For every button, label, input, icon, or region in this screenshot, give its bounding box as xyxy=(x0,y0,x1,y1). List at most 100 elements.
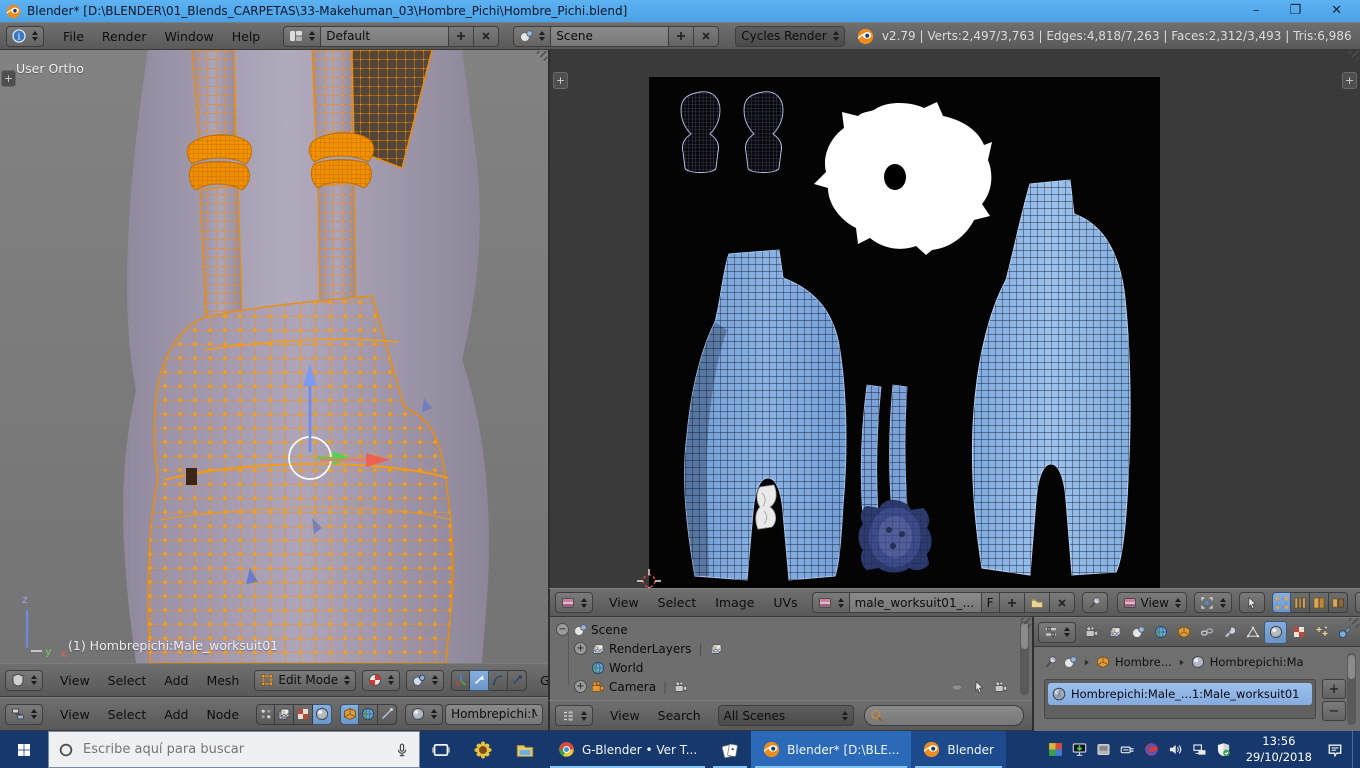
menu-help[interactable]: Help xyxy=(223,29,270,44)
uv-select-vertex-toggle[interactable] xyxy=(1272,592,1291,613)
menu-select[interactable]: Select xyxy=(99,673,156,688)
menu-search[interactable]: Search xyxy=(649,708,710,723)
delete-scene-button[interactable] xyxy=(694,26,719,47)
menu-select[interactable]: Select xyxy=(99,707,156,722)
rotate-manipulator-toggle[interactable] xyxy=(489,670,508,691)
menu-image[interactable]: Image xyxy=(706,595,763,610)
uv-sync-select-toggle[interactable] xyxy=(1239,592,1265,613)
editor-type-button-node[interactable] xyxy=(5,704,43,725)
region-expand-tab[interactable]: + xyxy=(553,72,568,89)
tab-render-layers[interactable] xyxy=(1103,621,1126,644)
expand-icon[interactable]: + xyxy=(574,680,587,693)
show-desktop-button[interactable] xyxy=(1352,731,1356,768)
unlink-image-button[interactable] xyxy=(1050,592,1075,613)
display-channels-selector[interactable]: View xyxy=(1117,592,1187,613)
breadcrumb-material[interactable]: Hombrepichi:Ma xyxy=(1210,655,1304,669)
restrict-render-icon[interactable] xyxy=(994,680,1008,694)
editor-type-button-image[interactable] xyxy=(555,592,593,613)
image-browse-button[interactable] xyxy=(812,592,850,613)
outliner[interactable]: − Scene + RenderLayers | World + Camera … xyxy=(548,617,1032,700)
uv-select-edge-toggle[interactable] xyxy=(1291,592,1310,613)
image-name-field[interactable]: male_worksuit01_... xyxy=(850,592,982,613)
remove-material-slot-button[interactable]: − xyxy=(1322,701,1346,721)
download-monitor-tray-icon[interactable] xyxy=(1072,742,1087,757)
tab-object[interactable] xyxy=(1172,621,1195,644)
tab-object-data[interactable] xyxy=(1241,621,1264,644)
tab-constraints[interactable] xyxy=(1195,621,1218,644)
close-button[interactable]: ✕ xyxy=(1331,0,1342,22)
taskbar-item-chrome[interactable]: G-Blender • Ver T... xyxy=(546,731,709,768)
outliner-row-renderlayers[interactable]: + RenderLayers | xyxy=(550,639,1032,658)
menu-select[interactable]: Select xyxy=(649,595,706,610)
menu-file[interactable]: File xyxy=(54,29,93,44)
display-tray-icon[interactable] xyxy=(1096,742,1111,757)
menu-add[interactable]: Add xyxy=(155,673,197,688)
taskbar-item-blender-active[interactable]: Blender* [D:\BLE... xyxy=(751,731,911,768)
tab-texture[interactable] xyxy=(1287,621,1310,644)
tab-world[interactable] xyxy=(1149,621,1172,644)
taskbar-item-explorer[interactable] xyxy=(504,731,546,768)
outliner-scrollbar[interactable] xyxy=(1020,621,1029,695)
outliner-row-scene[interactable]: − Scene xyxy=(550,620,1032,639)
scene-icon-button[interactable] xyxy=(513,26,551,47)
tab-particles[interactable] xyxy=(1310,621,1333,644)
window-titlebar[interactable]: Blender* [D:\BLENDER\01_Blends_CARPETAS\… xyxy=(0,0,1360,22)
material-slot-selected[interactable]: Hombrepichi:Male_...1:Male_worksuit01 xyxy=(1048,683,1312,705)
menu-view[interactable]: View xyxy=(600,595,648,610)
render-engine-selector[interactable]: Cycles Render xyxy=(735,26,845,47)
menu-render[interactable]: Render xyxy=(93,29,156,44)
task-view-button[interactable] xyxy=(420,731,462,768)
delete-layout-button[interactable] xyxy=(474,26,499,47)
translate-manipulator-toggle[interactable] xyxy=(470,670,489,691)
shader-linestyle-toggle[interactable] xyxy=(378,704,397,725)
viewport-shading-selector[interactable] xyxy=(362,670,400,691)
defender-tray-icon[interactable] xyxy=(1216,742,1231,757)
pin-icon[interactable] xyxy=(1044,655,1058,669)
restrict-select-icon[interactable] xyxy=(972,680,986,694)
editor-type-button-3dview[interactable] xyxy=(5,670,43,691)
outliner-item-label[interactable]: Scene xyxy=(591,623,628,637)
taskbar-search[interactable] xyxy=(48,731,420,768)
taskbar-item-blender-2[interactable]: Blender xyxy=(911,731,1006,768)
menu-node[interactable]: Node xyxy=(197,707,248,722)
action-center-icon[interactable] xyxy=(1327,742,1343,758)
node-tree-texture-toggle[interactable] xyxy=(294,704,313,725)
menu-mesh[interactable]: Mesh xyxy=(197,673,248,688)
pin-image-button[interactable] xyxy=(1082,592,1108,613)
restore-button[interactable]: ❐ xyxy=(1289,0,1301,22)
taskbar-item-solitaire[interactable] xyxy=(709,731,751,768)
outliner-row-world[interactable]: World xyxy=(550,658,1032,677)
menu-window[interactable]: Window xyxy=(155,29,222,44)
outliner-row-camera[interactable]: + Camera | xyxy=(550,677,1032,696)
tab-scene[interactable] xyxy=(1126,621,1149,644)
region-expand-tab[interactable]: + xyxy=(1,70,16,87)
uv-select-face-toggle[interactable] xyxy=(1310,592,1329,613)
node-tree-compositor-toggle[interactable] xyxy=(275,704,294,725)
minimize-button[interactable]: – xyxy=(1253,0,1260,22)
collapse-icon[interactable]: − xyxy=(556,623,569,636)
tab-modifiers[interactable] xyxy=(1218,621,1241,644)
uv-image-editor[interactable]: + + xyxy=(548,50,1360,588)
scale-manipulator-toggle[interactable] xyxy=(508,670,527,691)
antivirus-tray-icon[interactable] xyxy=(1048,742,1063,757)
menu-view[interactable]: View xyxy=(51,673,99,688)
editor-type-button-properties[interactable] xyxy=(1038,622,1076,643)
menu-uvs[interactable]: UVs xyxy=(764,595,806,610)
editor-type-button-outliner[interactable] xyxy=(555,705,593,726)
manipulator-toggle[interactable] xyxy=(451,670,470,691)
uv-snap-selector[interactable] xyxy=(1355,592,1360,613)
menu-add[interactable]: Add xyxy=(155,707,197,722)
outliner-search-input[interactable] xyxy=(864,705,1024,726)
uv-select-island-toggle[interactable] xyxy=(1329,592,1348,613)
outliner-item-label[interactable]: Camera xyxy=(609,680,656,694)
uv-pivot-selector[interactable] xyxy=(1194,592,1232,613)
breadcrumb-object[interactable]: Hombre... xyxy=(1115,655,1172,669)
taskbar-clock[interactable]: 13:56 29/10/2018 xyxy=(1240,734,1318,765)
tab-render[interactable] xyxy=(1080,621,1103,644)
add-material-slot-button[interactable]: + xyxy=(1322,679,1346,699)
screen-layout-icon-button[interactable] xyxy=(283,26,321,47)
add-layout-button[interactable] xyxy=(449,26,474,47)
viewport-3d[interactable]: z y x User Ortho (1) Hombrepichi:Male_wo… xyxy=(0,50,548,663)
material-icon-selector[interactable] xyxy=(405,704,443,725)
screen-layout-selector[interactable]: Default xyxy=(321,26,449,47)
